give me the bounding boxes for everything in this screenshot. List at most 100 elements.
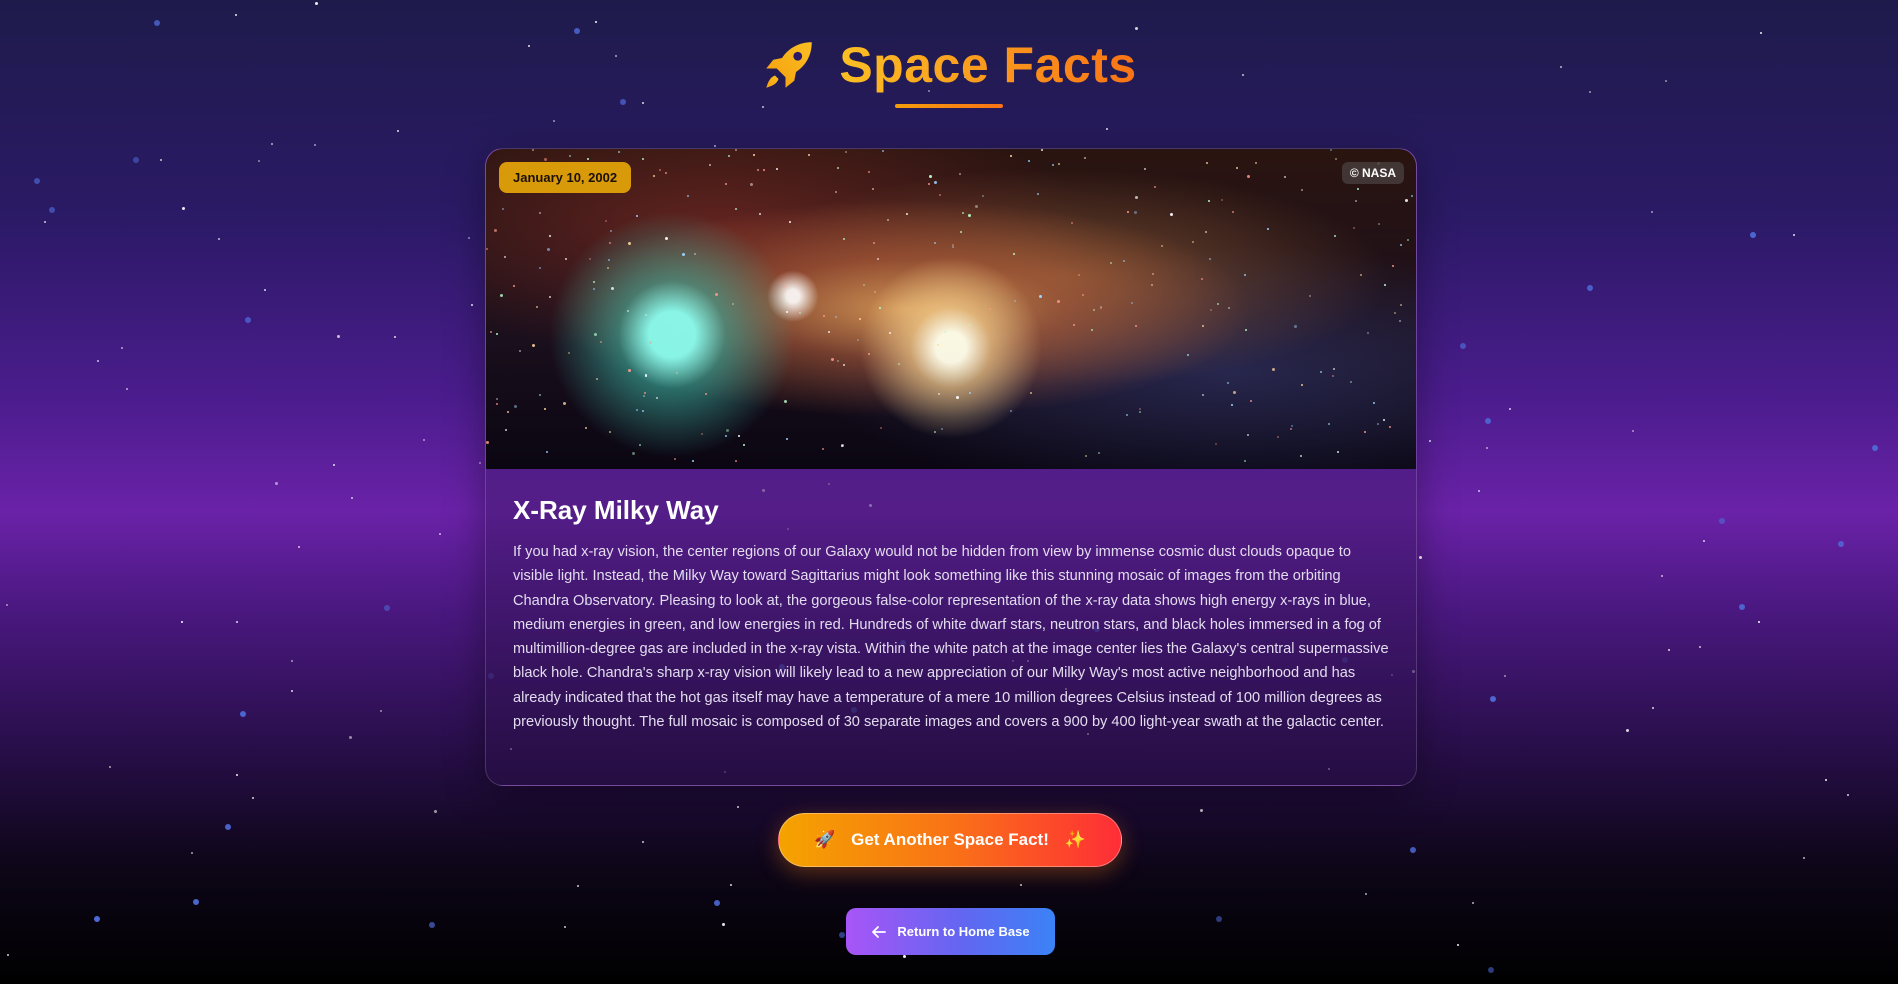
- image-star: [544, 158, 547, 161]
- sparkles-icon: ✨: [1064, 830, 1087, 850]
- image-star: [1301, 189, 1303, 191]
- image-star: [1209, 258, 1211, 260]
- image-star: [653, 175, 655, 177]
- star: [1661, 575, 1663, 577]
- star: [1429, 440, 1431, 442]
- image-star: [837, 360, 839, 362]
- image-star: [611, 287, 614, 290]
- star: [577, 885, 579, 887]
- image-star: [1394, 312, 1396, 314]
- image-star: [594, 333, 597, 336]
- image-star: [1093, 309, 1095, 311]
- star: [1478, 490, 1480, 492]
- star: [235, 14, 237, 16]
- star: [553, 120, 555, 122]
- star: [1668, 649, 1670, 651]
- image-star: [587, 158, 589, 160]
- image-star: [549, 296, 551, 298]
- star: [271, 143, 273, 145]
- image-star: [789, 221, 791, 223]
- image-star: [786, 438, 788, 440]
- star: [1760, 32, 1762, 34]
- image-star: [642, 410, 644, 412]
- image-star: [1378, 223, 1380, 225]
- image-star: [1411, 195, 1413, 197]
- image-star: [656, 397, 658, 399]
- image-star: [1098, 452, 1100, 454]
- star: [839, 932, 845, 938]
- star: [225, 824, 231, 830]
- star: [1838, 541, 1844, 547]
- star: [182, 207, 185, 210]
- image-star: [1227, 382, 1229, 384]
- star: [337, 335, 340, 338]
- star: [333, 464, 335, 466]
- star: [291, 690, 293, 692]
- image-star: [1384, 284, 1386, 286]
- image-star: [709, 164, 711, 166]
- star: [1485, 418, 1491, 424]
- image-star: [539, 267, 541, 269]
- image-star: [968, 214, 971, 217]
- image-star: [1127, 211, 1129, 213]
- image-star: [934, 242, 936, 244]
- image-star: [1110, 262, 1112, 264]
- image-star: [676, 372, 678, 374]
- star: [34, 178, 40, 184]
- image-star: [753, 154, 755, 156]
- image-star: [505, 429, 507, 431]
- star: [439, 533, 441, 535]
- image-star: [1364, 431, 1366, 433]
- image-star: [759, 213, 761, 215]
- star: [298, 546, 300, 548]
- return-home-button[interactable]: Return to Home Base: [846, 908, 1055, 955]
- fact-title: X-Ray Milky Way: [513, 495, 719, 525]
- image-star: [1357, 188, 1359, 190]
- image-star: [1400, 244, 1402, 246]
- image-star: [1010, 410, 1012, 412]
- star: [1750, 232, 1756, 238]
- star: [1490, 696, 1496, 702]
- star: [1739, 604, 1745, 610]
- star: [714, 145, 716, 147]
- rocket-icon: [766, 42, 813, 88]
- star: [1365, 893, 1367, 895]
- image-star: [486, 441, 489, 444]
- image-star: [975, 205, 978, 208]
- get-another-fact-button[interactable]: 🚀 Get Another Space Fact! ✨: [778, 813, 1122, 867]
- image-star: [863, 284, 865, 286]
- image-star: [941, 428, 943, 430]
- image-star: [831, 358, 834, 361]
- image-star: [593, 288, 595, 290]
- image-star: [1277, 436, 1279, 438]
- star: [94, 916, 100, 922]
- image-star: [694, 253, 696, 255]
- image-star: [513, 285, 515, 287]
- image-star: [735, 149, 737, 151]
- image-star: [843, 238, 845, 240]
- image-star: [1300, 455, 1302, 457]
- image-star: [514, 405, 517, 408]
- image-star: [507, 411, 509, 413]
- image-star: [889, 332, 891, 334]
- image-star: [589, 258, 591, 260]
- star: [1457, 944, 1459, 946]
- image-star: [1028, 160, 1030, 162]
- star: [154, 20, 160, 26]
- star: [468, 237, 470, 239]
- image-star: [701, 433, 703, 435]
- star: [6, 604, 8, 606]
- image-star: [929, 175, 932, 178]
- star: [397, 130, 399, 132]
- image-star: [808, 154, 810, 156]
- image-star: [1333, 368, 1335, 370]
- image-star: [843, 364, 845, 366]
- star: [160, 159, 162, 161]
- star: [574, 28, 580, 34]
- image-star: [868, 353, 870, 355]
- image-star: [1192, 241, 1194, 243]
- star: [1703, 540, 1705, 542]
- image-star: [618, 151, 620, 153]
- image-star: [828, 331, 830, 333]
- image-star: [1210, 309, 1212, 311]
